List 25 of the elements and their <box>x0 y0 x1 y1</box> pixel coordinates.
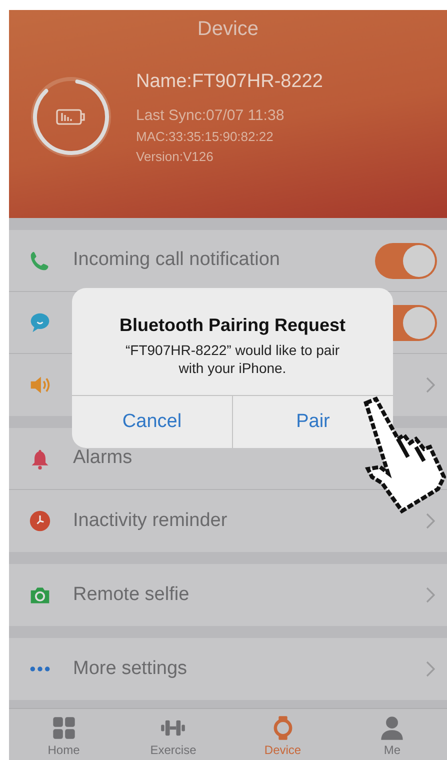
tab-item[interactable]: Me <box>338 709 447 760</box>
setting-label: Remote selfie <box>73 582 190 607</box>
last-sync-text: Last Sync:07/07 11:38 <box>136 106 286 126</box>
version-text: Version:V126 <box>136 148 214 166</box>
cancel-button[interactable]: Cancel <box>72 396 232 448</box>
screen-title: Device <box>196 17 260 42</box>
tab-item[interactable]: Home <box>9 709 118 760</box>
person-icon <box>379 715 406 741</box>
chevron-right-icon <box>425 513 435 529</box>
dialog-title: Bluetooth Pairing Request <box>118 314 346 337</box>
chevron-right-icon <box>425 587 435 603</box>
chevron-right-icon <box>425 377 435 393</box>
battery-icon <box>56 109 85 125</box>
mac-address-text: MAC:33:35:15:90:82:22 <box>136 128 274 146</box>
home-grid-icon <box>50 715 77 741</box>
chevron-right-icon <box>425 661 435 677</box>
setting-label: Alarms <box>73 446 134 470</box>
setting-label: Inactivity reminder <box>73 508 228 533</box>
tab-item[interactable]: Exercise <box>118 709 228 760</box>
tab-item[interactable]: Device <box>228 709 338 760</box>
device-name: Name:FT907HR-8222 <box>136 70 323 94</box>
setting-label: Incoming call notification <box>73 248 281 272</box>
dialog-message: “FT907HR-8222” would like to pair with your iPhone. <box>124 341 340 378</box>
setting-label: More settings <box>73 656 188 681</box>
toggle-switch[interactable] <box>375 242 437 278</box>
